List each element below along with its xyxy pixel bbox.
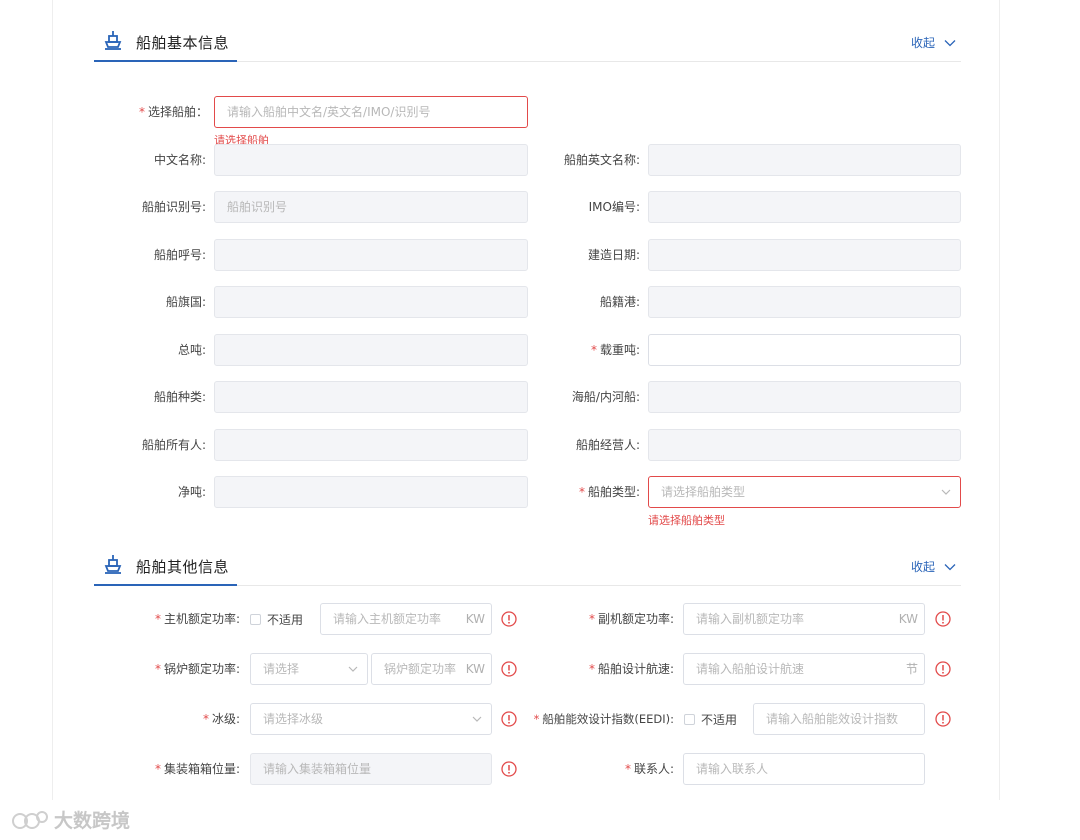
ship-id-field: 船舶识别号 <box>214 191 528 223</box>
ship-type-select[interactable]: 请选择船舶类型 <box>648 476 961 508</box>
port-registry-field <box>648 286 961 318</box>
collapse-label: 收起 <box>910 36 935 50</box>
collapse-button[interactable]: 收起 <box>911 558 957 575</box>
net-ton-label: 净吨: <box>177 485 206 499</box>
design-speed-label: * 船舶设计航速: <box>588 662 674 676</box>
ship-type-error: 请选择船舶类型 <box>648 514 725 527</box>
en-name-label: 船舶英文名称: <box>563 153 640 167</box>
warning-icon <box>501 611 517 627</box>
section-title: 船舶其他信息 <box>136 558 230 576</box>
imo-label: IMO编号: <box>588 200 640 214</box>
cn-name-field <box>214 144 528 176</box>
sea-river-field <box>648 381 961 413</box>
call-sign-label: 船舶呼号: <box>153 248 206 262</box>
contact-label: * 联系人: <box>624 762 674 776</box>
select-ship-label: * 选择船舶： <box>138 105 208 119</box>
chevron-down-icon <box>941 489 951 495</box>
chevron-down-icon <box>944 39 956 46</box>
logo-icon <box>12 810 48 829</box>
main-engine-na-checkbox[interactable]: 不适用 <box>250 603 303 635</box>
main-engine-input[interactable]: 请输入主机额定功率 KW <box>320 603 492 635</box>
ship-kind-label: 船舶种类: <box>153 390 206 404</box>
warning-icon <box>501 761 517 777</box>
main-engine-label: * 主机额定功率: <box>154 612 240 626</box>
eedi-label: * 船舶能效设计指数(EEDI): <box>533 712 674 726</box>
ship-id-label: 船舶识别号: <box>141 200 206 214</box>
section-underline <box>94 584 237 586</box>
warning-icon <box>501 661 517 677</box>
gross-ton-label: 总吨: <box>177 343 206 357</box>
build-date-label: 建造日期: <box>587 248 640 262</box>
ship-icon <box>104 31 122 50</box>
section-header-other: 船舶其他信息 收起 <box>94 546 961 586</box>
section-underline <box>94 60 237 62</box>
ice-class-select[interactable]: 请选择冰级 <box>250 703 492 735</box>
port-registry-label: 船籍港: <box>599 295 640 309</box>
chevron-down-icon <box>472 716 482 722</box>
aux-engine-label: * 副机额定功率: <box>588 612 674 626</box>
boiler-input[interactable]: 锅炉额定功率 KW <box>371 653 492 685</box>
owner-label: 船舶所有人: <box>141 438 206 452</box>
call-sign-field <box>214 239 528 271</box>
flag-field <box>214 286 528 318</box>
chevron-down-icon <box>944 563 956 570</box>
warning-icon <box>501 711 517 727</box>
dwt-label: * 载重吨: <box>590 343 640 357</box>
flag-label: 船旗国: <box>165 295 206 309</box>
aux-engine-input[interactable]: 请输入副机额定功率 KW <box>683 603 925 635</box>
watermark-text: 大数跨境 <box>54 810 131 832</box>
warning-icon <box>935 611 951 627</box>
operator-field <box>648 429 961 461</box>
design-speed-input[interactable]: 请输入船舶设计航速节 <box>683 653 925 685</box>
container-field: 请输入集装箱箱位量 <box>250 753 492 785</box>
collapse-button[interactable]: 收起 <box>911 34 957 51</box>
ship-kind-field <box>214 381 528 413</box>
net-ton-field <box>214 476 528 508</box>
imo-field <box>648 191 961 223</box>
gross-ton-field <box>214 334 528 366</box>
section-header-basic: 船舶基本信息 收起 <box>94 22 961 62</box>
select-ship-input[interactable]: 请输入船舶中文名/英文名/IMO/识别号 <box>214 96 528 128</box>
eedi-input[interactable]: 请输入船舶能效设计指数 <box>753 703 925 735</box>
contact-input[interactable]: 请输入联系人 <box>683 753 925 785</box>
container-label: * 集装箱箱位量: <box>154 762 240 776</box>
collapse-label: 收起 <box>910 560 935 574</box>
watermark-logo: 大数跨境 <box>10 806 130 833</box>
chevron-down-icon <box>348 666 358 672</box>
warning-icon <box>935 661 951 677</box>
eedi-na-checkbox[interactable]: 不适用 <box>684 703 737 735</box>
dwt-input[interactable] <box>648 334 961 366</box>
owner-field <box>214 429 528 461</box>
sea-river-label: 海船/内河船: <box>571 390 640 404</box>
build-date-field <box>648 239 961 271</box>
warning-icon <box>935 711 951 727</box>
section-title: 船舶基本信息 <box>136 34 230 52</box>
boiler-select[interactable]: 请选择 <box>250 653 368 685</box>
ship-type-label: * 船舶类型: <box>578 485 640 499</box>
cn-name-label: 中文名称: <box>153 153 206 167</box>
boiler-label: * 锅炉额定功率: <box>154 662 240 676</box>
ice-class-label: * 冰级: <box>202 712 240 726</box>
ship-icon <box>104 555 122 574</box>
operator-label: 船舶经营人: <box>575 438 640 452</box>
en-name-field <box>648 144 961 176</box>
